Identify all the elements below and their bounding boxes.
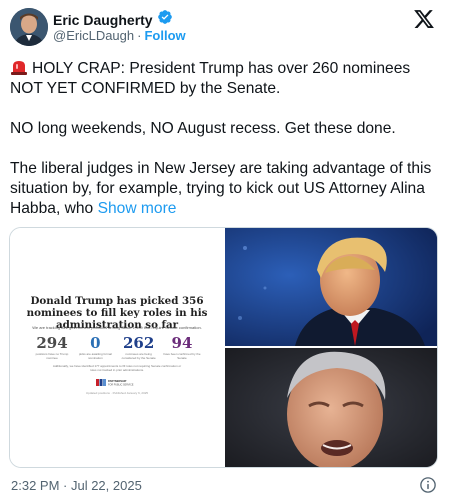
partnership-logo: PARTNERSHIP FOR PUBLIC SERVICE: [96, 374, 146, 387]
stat-item: 262 nominees are being considered by the…: [119, 334, 159, 360]
tweet-paragraph-3-text: The liberal judges in New Jersey are tak…: [10, 160, 432, 217]
stat-item: 94 have been confirmed by the Senate: [162, 334, 202, 360]
infographic-subtitle: We are tracking 822 government positions…: [32, 325, 202, 330]
infographic-stats: 294 positions have no Trump nominee 0 pi…: [32, 334, 202, 360]
stat-number: 294: [36, 334, 68, 352]
author-handle[interactable]: @EricLDaugh: [53, 28, 134, 43]
tweet-paragraph-3: The liberal judges in New Jersey are tak…: [10, 159, 442, 219]
x-logo-icon[interactable]: [413, 8, 435, 30]
tweet-timestamp[interactable]: 2:32 PM · Jul 22, 2025: [11, 478, 142, 493]
follow-button[interactable]: Follow: [144, 28, 185, 43]
tweet-paragraph-1-text: HOLY CRAP: President Trump has over 260 …: [10, 60, 411, 97]
tweet-card: Eric Daugherty @EricLDaugh · Follow HOLY…: [0, 0, 449, 500]
verified-badge-icon: [157, 9, 173, 30]
police-light-icon: [10, 58, 28, 76]
photo-bottom[interactable]: [225, 348, 437, 467]
avatar[interactable]: [10, 8, 48, 46]
stat-caption: picks are awaiting formal nomination: [78, 352, 112, 360]
author-display-name[interactable]: Eric Daugherty: [53, 12, 153, 28]
tweet-paragraph-1: HOLY CRAP: President Trump has over 260 …: [10, 58, 442, 99]
stat-number: 262: [123, 334, 155, 352]
stat-number: 94: [171, 334, 193, 352]
stat-item: 294 positions have no Trump nominee: [32, 334, 72, 360]
separator-dot: ·: [137, 28, 142, 43]
stat-item: 0 picks are awaiting formal nomination: [75, 334, 115, 360]
infographic-footer: Updated positions · Published January 6,…: [85, 391, 149, 395]
svg-text:FOR PUBLIC SERVICE: FOR PUBLIC SERVICE: [108, 384, 134, 387]
svg-text:PARTNERSHIP: PARTNERSHIP: [108, 379, 127, 383]
author-name-row: Eric Daugherty: [53, 9, 173, 30]
info-icon[interactable]: [419, 476, 437, 494]
media-grid: Donald Trump has picked 356 nominees to …: [9, 227, 438, 468]
show-more-link[interactable]: Show more: [98, 200, 177, 217]
stat-caption: have been confirmed by the Senate: [163, 352, 201, 360]
stat-caption: nominees are being considered by the Sen…: [121, 352, 156, 360]
stat-caption: positions have no Trump nominee: [35, 352, 69, 360]
photo-top[interactable]: [225, 228, 437, 346]
infographic-image[interactable]: Donald Trump has picked 356 nominees to …: [10, 228, 224, 467]
tweet-paragraph-2: NO long weekends, NO August recess. Get …: [10, 120, 396, 137]
stat-number: 0: [90, 334, 101, 352]
tweet-body: HOLY CRAP: President Trump has over 260 …: [10, 58, 442, 219]
author-handle-row: @EricLDaugh · Follow: [53, 28, 186, 43]
infographic-note: Additionally, we have identified 177 app…: [52, 364, 182, 372]
